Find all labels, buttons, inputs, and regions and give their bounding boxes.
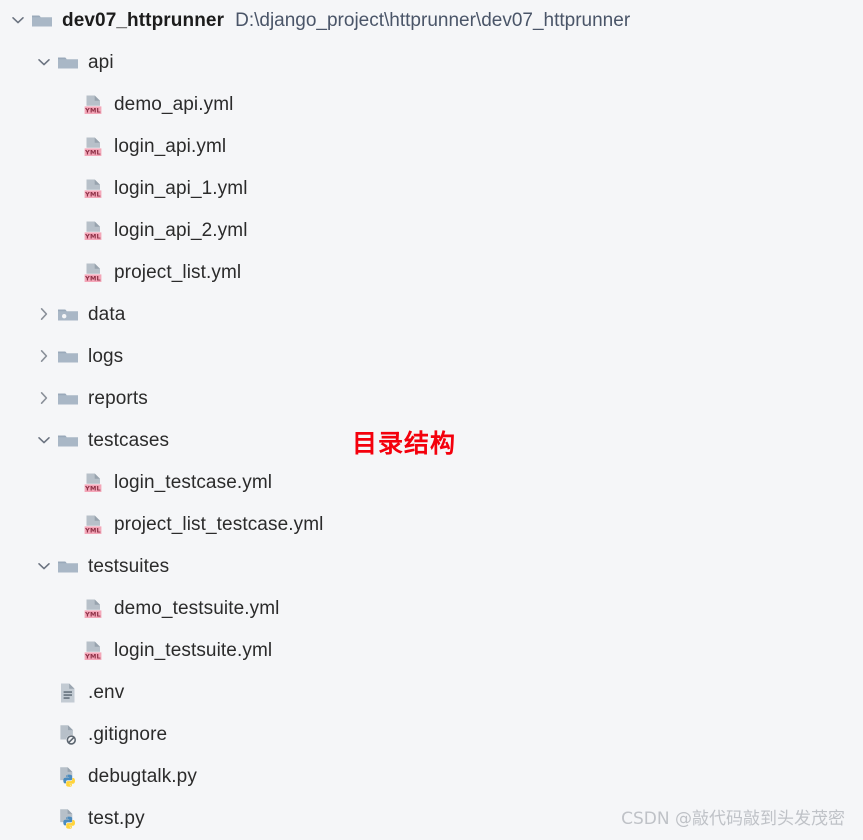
file-label: login_api_2.yml — [114, 220, 248, 241]
text-file-icon — [56, 681, 80, 705]
svg-text:YML: YML — [84, 233, 101, 241]
yml-file-icon: YML — [82, 597, 106, 621]
folder-icon — [56, 345, 80, 369]
folder-label: data — [88, 304, 126, 325]
chevron-right-icon[interactable] — [34, 388, 56, 410]
folder-label: logs — [88, 346, 124, 367]
folder-label: api — [88, 52, 114, 73]
annotation-directory-structure: 目录结构 — [352, 429, 457, 458]
folder-label: reports — [88, 388, 148, 409]
project-root-path: D:\django_project\httprunner\dev07_httpr… — [235, 10, 631, 31]
file-label: login_api.yml — [114, 136, 227, 157]
tree-folder-row[interactable]: reports — [0, 378, 863, 420]
folder-label: testsuites — [88, 556, 170, 577]
tree-file-row[interactable]: YML login_api.yml — [0, 126, 863, 168]
yml-file-icon: YML — [82, 513, 106, 537]
tree-file-row[interactable]: YML login_testcase.yml — [0, 462, 863, 504]
python-file-icon — [56, 765, 80, 789]
tree-folder-row[interactable]: testsuites — [0, 546, 863, 588]
svg-text:YML: YML — [84, 149, 101, 157]
tree-file-row[interactable]: debugtalk.py — [0, 756, 863, 798]
tree-file-row[interactable]: .gitignore — [0, 714, 863, 756]
tree-folder-row[interactable]: api — [0, 42, 863, 84]
folder-label: testcases — [88, 430, 170, 451]
tree-file-row[interactable]: YML project_list_testcase.yml — [0, 504, 863, 546]
svg-text:YML: YML — [84, 485, 101, 493]
folder-icon — [30, 9, 54, 33]
file-label: demo_api.yml — [114, 94, 234, 115]
tree-file-row[interactable]: YML demo_api.yml — [0, 84, 863, 126]
file-label: demo_testsuite.yml — [114, 598, 280, 619]
project-file-tree: dev07_httprunner D:\django_project\httpru… — [0, 0, 863, 840]
file-label: login_testcase.yml — [114, 472, 273, 493]
tree-file-row[interactable]: .env — [0, 672, 863, 714]
python-file-icon — [56, 807, 80, 831]
yml-file-icon: YML — [82, 135, 106, 159]
tree-folder-row[interactable]: logs — [0, 336, 863, 378]
chevron-down-icon[interactable] — [34, 430, 56, 452]
file-label: login_testsuite.yml — [114, 640, 273, 661]
file-label: debugtalk.py — [88, 766, 197, 787]
svg-text:YML: YML — [84, 611, 101, 619]
folder-icon — [56, 555, 80, 579]
yml-file-icon: YML — [82, 177, 106, 201]
file-label: .gitignore — [88, 724, 168, 745]
svg-text:YML: YML — [84, 191, 101, 199]
svg-text:YML: YML — [84, 275, 101, 283]
yml-file-icon: YML — [82, 261, 106, 285]
file-label: .env — [88, 682, 125, 703]
folder-icon — [56, 429, 80, 453]
file-label: login_api_1.yml — [114, 178, 248, 199]
yml-file-icon: YML — [82, 219, 106, 243]
tree-file-row[interactable]: YML demo_testsuite.yml — [0, 588, 863, 630]
tree-file-row[interactable]: YML login_api_1.yml — [0, 168, 863, 210]
chevron-right-icon[interactable] — [34, 304, 56, 326]
file-label: project_list_testcase.yml — [114, 514, 324, 535]
chevron-right-icon[interactable] — [34, 346, 56, 368]
csdn-watermark: CSDN @敲代码敲到头发茂密 — [621, 809, 845, 829]
yml-file-icon: YML — [82, 639, 106, 663]
svg-text:YML: YML — [84, 107, 101, 115]
svg-text:YML: YML — [84, 653, 101, 661]
yml-file-icon: YML — [82, 471, 106, 495]
svg-text:YML: YML — [84, 527, 101, 535]
yml-file-icon: YML — [82, 93, 106, 117]
chevron-down-icon[interactable] — [34, 52, 56, 74]
folder-icon — [56, 51, 80, 75]
file-label: project_list.yml — [114, 262, 242, 283]
tree-file-row[interactable]: YML project_list.yml — [0, 252, 863, 294]
tree-file-row[interactable]: YML login_testsuite.yml — [0, 630, 863, 672]
chevron-down-icon[interactable] — [8, 10, 30, 32]
ignored-file-icon — [56, 723, 80, 747]
tree-folder-row[interactable]: dev07_httprunner D:\django_project\httpru… — [0, 0, 863, 42]
folder-icon — [56, 387, 80, 411]
project-root-label: dev07_httprunner — [62, 10, 225, 31]
tree-folder-row[interactable]: data — [0, 294, 863, 336]
file-label: test.py — [88, 808, 145, 829]
tree-file-row[interactable]: YML login_api_2.yml — [0, 210, 863, 252]
folder-excluded-icon — [56, 303, 80, 327]
chevron-down-icon[interactable] — [34, 556, 56, 578]
